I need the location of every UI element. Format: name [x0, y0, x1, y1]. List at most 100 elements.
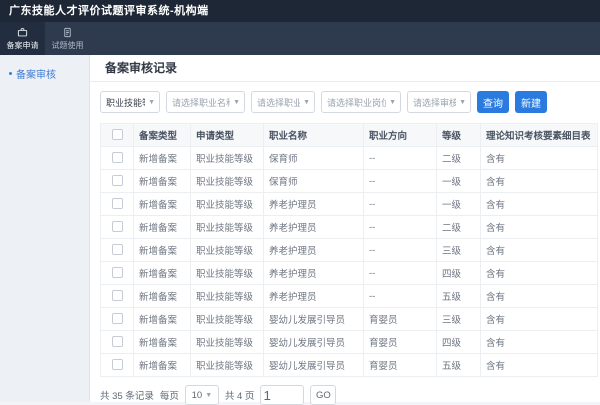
table-cell: 四级 [437, 331, 481, 354]
row-checkbox-cell [101, 308, 134, 331]
bullet-icon [9, 72, 12, 75]
table-cell: 新增备案 [134, 285, 191, 308]
table-cell: 含有 [481, 170, 598, 193]
table-cell: 含有 [481, 147, 598, 170]
chevron-down-icon: ▼ [456, 99, 466, 106]
table-cell: 育婴员 [364, 354, 437, 377]
table-cell: 职业技能等级 [191, 170, 264, 193]
row-checkbox-cell [101, 354, 134, 377]
records-table: 备案类型 申请类型 职业名称 职业方向 等级 理论知识考核要素细目表 新增备案职… [100, 123, 597, 377]
chevron-down-icon: ▼ [145, 99, 155, 106]
table-cell: 养老护理员 [264, 193, 364, 216]
table-cell: -- [364, 285, 437, 308]
row-checkbox[interactable] [112, 267, 123, 278]
page-title: 备案审核记录 [90, 55, 600, 82]
table-cell: 新增备案 [134, 193, 191, 216]
occupation-name-select[interactable]: 请选择职业名称 ▼ [166, 91, 245, 113]
table-cell: 含有 [481, 239, 598, 262]
table-cell: 新增备案 [134, 308, 191, 331]
query-button[interactable]: 查询 [477, 91, 509, 113]
tab-label: 试题使用 [52, 40, 84, 51]
row-checkbox[interactable] [112, 290, 123, 301]
table-cell: -- [364, 216, 437, 239]
table-cell: 职业技能等级 [191, 193, 264, 216]
table-cell: 三级 [437, 239, 481, 262]
row-checkbox-cell [101, 262, 134, 285]
table-row: 新增备案职业技能等级养老护理员--三级含有 [101, 239, 598, 262]
select-all-checkbox[interactable] [112, 129, 123, 140]
sidebar-item-label: 备案审核 [16, 66, 56, 81]
table-cell: 职业技能等级 [191, 354, 264, 377]
table-cell: 新增备案 [134, 331, 191, 354]
row-checkbox[interactable] [112, 152, 123, 163]
tab-filing-application[interactable]: 备案申请 [0, 22, 45, 55]
table-cell: 五级 [437, 285, 481, 308]
chevron-down-icon: ▼ [230, 99, 240, 106]
table-cell: 职业技能等级 [191, 331, 264, 354]
row-checkbox-cell [101, 147, 134, 170]
chevron-down-icon: ▼ [205, 392, 212, 399]
row-checkbox[interactable] [112, 198, 123, 209]
table-cell: 新增备案 [134, 262, 191, 285]
table-cell: 养老护理员 [264, 216, 364, 239]
table-cell: 新增备案 [134, 239, 191, 262]
document-icon [62, 27, 73, 38]
table-cell: -- [364, 262, 437, 285]
table-cell: 职业技能等级 [191, 285, 264, 308]
table-cell: 保育师 [264, 170, 364, 193]
page-number-input[interactable] [260, 385, 304, 405]
table-row: 新增备案职业技能等级养老护理员--二级含有 [101, 216, 598, 239]
table-row: 新增备案职业技能等级婴幼儿发展引导员育婴员五级含有 [101, 354, 598, 377]
app-title: 广东技能人才评价试题评审系统-机构端 [0, 0, 600, 22]
table-cell: 二级 [437, 216, 481, 239]
table-row: 新增备案职业技能等级养老护理员--五级含有 [101, 285, 598, 308]
table-cell: 婴幼儿发展引导员 [264, 331, 364, 354]
skill-level-select[interactable]: 职业技能等级 ▼ [100, 91, 160, 113]
table-cell: 职业技能等级 [191, 262, 264, 285]
table-row: 新增备案职业技能等级婴幼儿发展引导员育婴员三级含有 [101, 308, 598, 331]
row-checkbox[interactable] [112, 336, 123, 347]
table-cell: 保育师 [264, 147, 364, 170]
select-all-cell [101, 124, 134, 147]
go-button[interactable]: GO [310, 385, 336, 405]
row-checkbox[interactable] [112, 244, 123, 255]
table-cell: 五级 [437, 354, 481, 377]
table-cell: 养老护理员 [264, 285, 364, 308]
table-cell: -- [364, 193, 437, 216]
chevron-down-icon: ▼ [386, 99, 396, 106]
briefcase-icon [17, 27, 28, 38]
filter-bar: 职业技能等级 ▼ 请选择职业名称 ▼ 请选择职业方向 ▼ 请选择职业岗位等级 ▼… [100, 91, 600, 113]
total-pages-text: 共 4 页 [225, 388, 255, 402]
table-cell: 新增备案 [134, 147, 191, 170]
table-cell: 含有 [481, 262, 598, 285]
occupation-direction-select[interactable]: 请选择职业方向 ▼ [251, 91, 315, 113]
table-cell: 一级 [437, 170, 481, 193]
column-header: 职业方向 [364, 124, 437, 147]
post-level-select[interactable]: 请选择职业岗位等级 ▼ [321, 91, 401, 113]
table-body: 新增备案职业技能等级保育师--二级含有新增备案职业技能等级保育师--一级含有新增… [101, 147, 598, 377]
table-cell: 职业技能等级 [191, 216, 264, 239]
row-checkbox-cell [101, 239, 134, 262]
page-size-select[interactable]: 10 ▼ [185, 385, 219, 405]
sidebar-item-filing-review[interactable]: 备案审核 [0, 55, 89, 81]
table-cell: 婴幼儿发展引导员 [264, 354, 364, 377]
table-header-row: 备案类型 申请类型 职业名称 职业方向 等级 理论知识考核要素细目表 [101, 124, 598, 147]
row-checkbox[interactable] [112, 359, 123, 370]
row-checkbox[interactable] [112, 313, 123, 324]
records-count-text: 共 35 条记录 [100, 388, 154, 402]
tab-question-usage[interactable]: 试题使用 [45, 22, 90, 55]
row-checkbox-cell [101, 216, 134, 239]
review-status-select[interactable]: 请选择审核状态 ▼ [407, 91, 471, 113]
row-checkbox[interactable] [112, 175, 123, 186]
table-row: 新增备案职业技能等级保育师--二级含有 [101, 147, 598, 170]
row-checkbox-cell [101, 285, 134, 308]
table-cell: 育婴员 [364, 331, 437, 354]
table-cell: 含有 [481, 285, 598, 308]
table-cell: 职业技能等级 [191, 239, 264, 262]
table-cell: 含有 [481, 308, 598, 331]
row-checkbox-cell [101, 193, 134, 216]
main-content: 备案审核记录 职业技能等级 ▼ 请选择职业名称 ▼ 请选择职业方向 ▼ 请选择职… [90, 55, 600, 402]
create-button[interactable]: 新建 [515, 91, 547, 113]
row-checkbox[interactable] [112, 221, 123, 232]
table-cell: -- [364, 239, 437, 262]
